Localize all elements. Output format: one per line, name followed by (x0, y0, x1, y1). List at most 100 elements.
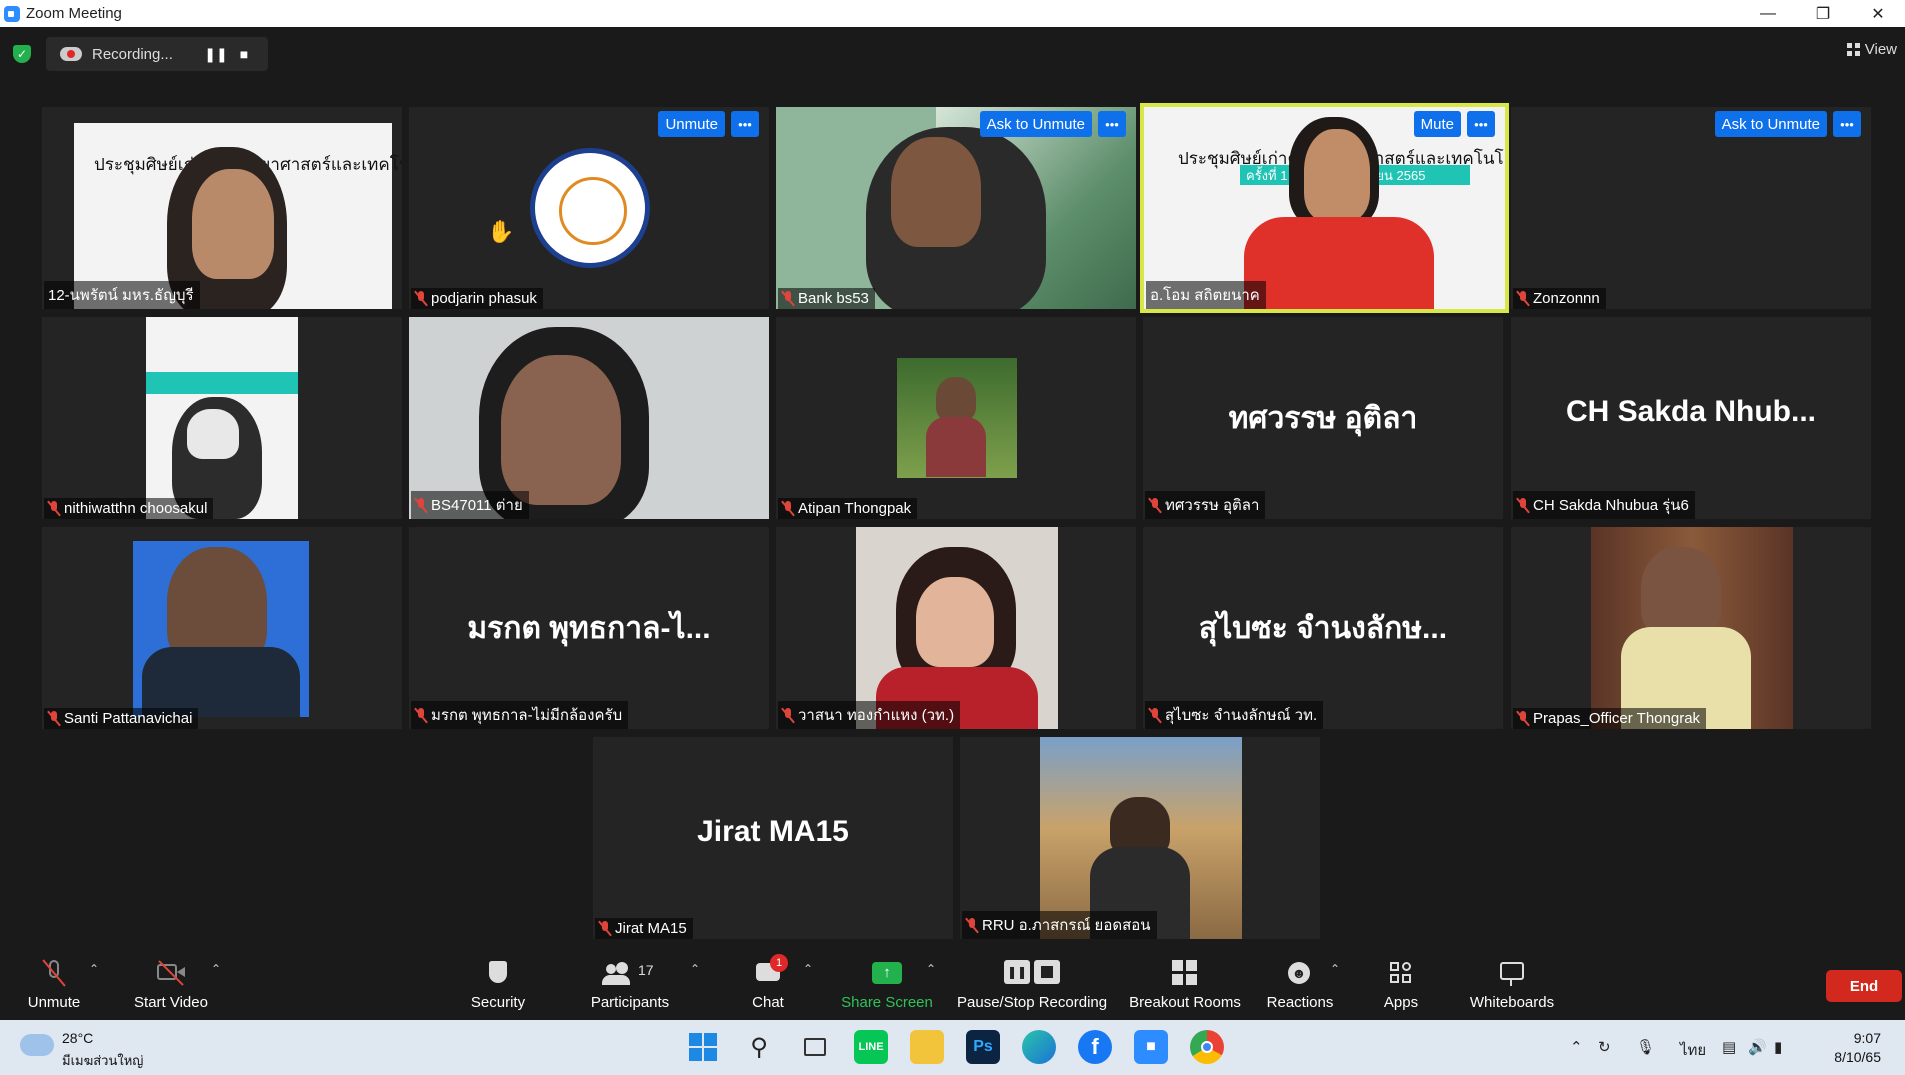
chat-unread-badge: 1 (770, 954, 788, 972)
task-view-icon[interactable] (798, 1030, 832, 1064)
video-tile[interactable]: Prapas_Officer Thongrak (1511, 527, 1871, 729)
mic-muted-icon (1517, 711, 1529, 726)
share-screen-icon: ↑ (872, 958, 902, 988)
mic-muted-icon (415, 707, 427, 723)
mic-muted-icon (966, 917, 978, 933)
input-language[interactable]: ไทย (1680, 1038, 1706, 1062)
video-tile[interactable]: CH Sakda Nhub... CH Sakda Nhubua รุ่น6 (1511, 317, 1871, 519)
network-icon[interactable]: ▤ (1722, 1038, 1736, 1056)
view-label: View (1864, 41, 1897, 58)
battery-icon[interactable]: ▮ (1774, 1038, 1782, 1056)
audio-options-caret[interactable]: ⌃ (89, 962, 99, 976)
microphone-icon[interactable]: 🎙 (1636, 1038, 1655, 1056)
weather-temperature[interactable]: 28°C (62, 1030, 93, 1046)
line-app-icon[interactable]: LINE (854, 1030, 888, 1064)
close-button[interactable]: ✕ (1855, 0, 1901, 27)
mic-muted-icon (1149, 707, 1161, 723)
participant-name-tag: มรกต พุทธกาล-ไม่มีกล้องครับ (411, 701, 629, 729)
video-tile[interactable]: nithiwatthn choosakul (42, 317, 402, 519)
more-options-button[interactable]: ••• (731, 111, 759, 137)
participant-name-tag: Zonzonnn (1513, 288, 1606, 309)
active-speaker-tile[interactable]: ประชุมศิษย์เก่าคณะวิทยาศาสตร์และเทคโนโลย… (1140, 103, 1509, 313)
facebook-icon[interactable]: f (1078, 1030, 1112, 1064)
video-tile[interactable]: Jirat MA15 Jirat MA15 (593, 737, 953, 939)
system-clock[interactable]: 9:07 8/10/65 (1834, 1029, 1881, 1067)
pause-stop-icon: ❚❚ (1004, 958, 1060, 988)
mic-muted-icon (48, 711, 60, 726)
share-options-caret[interactable]: ⌃ (926, 962, 936, 976)
video-tile[interactable]: มรกต พุทธกาล-ไ... มรกต พุทธกาล-ไม่มีกล้อ… (409, 527, 769, 729)
recording-indicator: Recording... ❚❚ ■ (46, 37, 268, 71)
mute-participant-button[interactable]: Mute (1413, 111, 1461, 137)
zoom-app-icon (4, 5, 20, 22)
participants-options-caret[interactable]: ⌃ (690, 962, 700, 976)
chrome-icon[interactable] (1190, 1030, 1224, 1064)
more-options-button[interactable]: ••• (1833, 111, 1861, 137)
video-tile[interactable]: ✋ Unmute ••• podjarin phasuk (409, 107, 769, 309)
participant-name-tag: 12-นพรัตน์ มหร.ธัญบุรี (44, 281, 200, 309)
meeting-toolbar: Unmute ⌃ Start Video ⌃ Security 17 Parti… (0, 950, 1905, 1020)
start-video-button[interactable]: Start Video (130, 958, 212, 1011)
video-tile[interactable]: ประชุมศิษย์เก่าคณะวิทยาศาสตร์และเทคโนโลย… (42, 107, 402, 309)
more-options-button[interactable]: ••• (1098, 111, 1126, 137)
video-tile[interactable]: RRU อ.ภาสกรณ์ ยอดสอน (960, 737, 1320, 939)
volume-icon[interactable]: 🔊 (1748, 1038, 1767, 1056)
whiteboards-button[interactable]: Whiteboards (1466, 958, 1558, 1011)
os-taskbar: 28°C มีเมฆส่วนใหญ่ ⚲ LINE Ps f ■ ⌃ ↻ 🎙 ไ… (0, 1020, 1905, 1075)
search-icon[interactable]: ⚲ (742, 1030, 776, 1064)
weather-description[interactable]: มีเมฆส่วนใหญ่ (62, 1050, 143, 1071)
title-bar: Zoom Meeting — ❐ ✕ (0, 0, 1905, 27)
share-screen-button[interactable]: ↑ Share Screen (840, 958, 934, 1011)
unmute-button[interactable]: Unmute (22, 958, 86, 1011)
pause-recording-icon[interactable]: ❚❚ (202, 40, 230, 68)
sync-icon[interactable]: ↻ (1598, 1038, 1611, 1056)
video-tile[interactable]: วาสนา ทองกำแหง (วท.) (776, 527, 1136, 729)
video-options-caret[interactable]: ⌃ (211, 962, 221, 976)
restore-button[interactable]: ❐ (1800, 0, 1846, 27)
participant-name-tag: RRU อ.ภาสกรณ์ ยอดสอน (962, 911, 1157, 939)
participant-display-name: CH Sakda Nhub... (1565, 395, 1817, 428)
pause-stop-recording-button[interactable]: ❚❚ Pause/Stop Recording (957, 958, 1107, 1011)
video-tile[interactable]: Santi Pattanavichai (42, 527, 402, 729)
apps-button[interactable]: Apps (1382, 958, 1420, 1011)
video-tile[interactable]: Ask to Unmute ••• Zonzonnn (1511, 107, 1871, 309)
encryption-shield-icon[interactable]: ✓ (13, 45, 31, 63)
reactions-button[interactable]: ☻ Reactions (1266, 958, 1334, 1011)
video-tile[interactable]: Ask to Unmute ••• Bank bs53 (776, 107, 1136, 309)
participant-name-tag: nithiwatthn choosakul (44, 498, 214, 519)
video-tile[interactable]: สุไบซะ จำนงลักษ... สุไบซะ จำนงลักษณ์ วท. (1143, 527, 1503, 729)
video-tile[interactable]: Atipan Thongpak (776, 317, 1136, 519)
file-explorer-icon[interactable] (910, 1030, 944, 1064)
participant-name-tag: Atipan Thongpak (778, 498, 918, 519)
photoshop-icon[interactable]: Ps (966, 1030, 1000, 1064)
grid-view-icon (1846, 43, 1860, 56)
more-options-button[interactable]: ••• (1467, 111, 1495, 137)
raise-hand-icon: ✋ (487, 219, 515, 244)
chat-options-caret[interactable]: ⌃ (803, 962, 813, 976)
participant-name-tag: สุไบซะ จำนงลักษณ์ วท. (1145, 701, 1324, 729)
breakout-rooms-button[interactable]: Breakout Rooms (1128, 958, 1242, 1011)
mic-muted-icon (782, 291, 794, 306)
end-meeting-button[interactable]: End (1826, 970, 1902, 1002)
ask-to-unmute-button[interactable]: Ask to Unmute (979, 111, 1092, 137)
ask-to-unmute-button[interactable]: Ask to Unmute (1714, 111, 1827, 137)
video-tile[interactable]: ทศวรรษ อุติลา ทศวรรษ อุติลา (1143, 317, 1503, 519)
unmute-participant-button[interactable]: Unmute (658, 111, 725, 137)
tray-overflow-icon[interactable]: ⌃ (1570, 1038, 1583, 1056)
windows-start-icon[interactable] (686, 1030, 720, 1064)
reactions-options-caret[interactable]: ⌃ (1330, 962, 1340, 976)
edge-browser-icon[interactable] (1022, 1030, 1056, 1064)
security-button[interactable]: Security (470, 958, 526, 1011)
clock-time: 9:07 (1853, 1030, 1881, 1046)
view-button[interactable]: View (1846, 41, 1897, 58)
participants-button[interactable]: 17 Participants (588, 958, 672, 1011)
video-tile[interactable]: BS47011 ต่าย (409, 317, 769, 519)
minimize-button[interactable]: — (1745, 0, 1791, 27)
participant-name-tag: ทศวรรษ อุติลา (1145, 491, 1266, 519)
chat-button[interactable]: 1 Chat (748, 954, 788, 1011)
zoom-taskbar-icon[interactable]: ■ (1134, 1030, 1168, 1064)
mic-muted-icon (1517, 497, 1529, 513)
participant-name-tag: BS47011 ต่าย (411, 491, 529, 519)
stop-recording-icon[interactable]: ■ (230, 40, 258, 68)
participant-name-tag: podjarin phasuk (411, 288, 543, 309)
